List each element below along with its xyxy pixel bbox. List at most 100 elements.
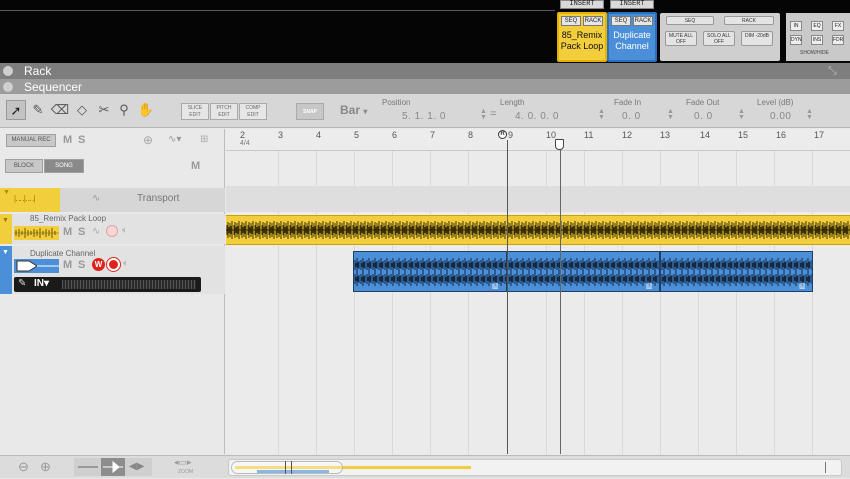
transport-track[interactable]: ▼ |‥‥|‥‥| ∿ Transport [0, 188, 225, 212]
insert-button-2[interactable]: INSERT [610, 0, 654, 9]
channel-strip-duplicate[interactable]: SEQ RACK Duplicate Channel [607, 12, 657, 62]
mute-tool-icon[interactable]: ✂ [94, 100, 114, 120]
audio-clip-1[interactable]: ▥ [353, 251, 507, 292]
show-in-button[interactable]: IN [790, 21, 802, 31]
sequencer-collapse-icon[interactable] [3, 82, 13, 92]
loop-marker-icon[interactable]: R [498, 130, 507, 139]
timeline-ruler[interactable]: 2 4/4 3 4 5 6 7 8 9 10 11 12 13 14 15 16… [226, 129, 850, 151]
position-stepper-icon[interactable]: ▲ ▼ [480, 108, 487, 121]
track-height-selector[interactable]: ◀▶ [74, 458, 152, 476]
audio-clip-85-remix[interactable] [226, 215, 850, 245]
slice-edit-button[interactable]: SLICE EDIT [181, 103, 209, 120]
clip-stretch-icon[interactable]: ▥ [492, 282, 499, 290]
wrench-icon[interactable]: ✎ [18, 278, 26, 289]
collapse-arrow-icon[interactable]: ▼ [0, 249, 9, 256]
hand-tool-icon[interactable]: ✋ [136, 100, 156, 120]
write-automation-icon[interactable]: W [92, 258, 105, 271]
master-mute-button[interactable]: M [63, 134, 72, 146]
insert-button-1[interactable]: INSERT [560, 0, 604, 9]
track-name[interactable]: Duplicate Channel [30, 249, 95, 258]
track-85-remix[interactable]: ▼ 85_Remix Pack Loop M S ∿ 🔈︎ [0, 214, 225, 244]
length-value[interactable]: 4. 0. 0. 0 [515, 111, 559, 122]
track-mute-button[interactable]: M [63, 226, 72, 238]
rack-collapse-icon[interactable] [3, 66, 13, 76]
playhead-line[interactable] [560, 150, 561, 454]
automation-icon[interactable]: ∿ [92, 193, 100, 204]
show-eq-button[interactable]: EQ [811, 21, 823, 31]
pencil-tool-icon[interactable]: ✎ [28, 100, 48, 120]
track-solo-button[interactable]: S [78, 226, 85, 238]
track-duplicate-channel[interactable]: ▼ Duplicate Channel M S W 🔈︎ ✎ IN▾ [0, 246, 225, 294]
add-track-icon[interactable]: ⊕ [143, 133, 153, 147]
input-select[interactable]: IN▾ [34, 278, 49, 289]
height-large-icon[interactable]: ◀▶ [129, 461, 144, 472]
fade-out-stepper-icon[interactable]: ▲ ▼ [738, 108, 745, 121]
fade-out-value[interactable]: 0. 0 [694, 111, 713, 122]
record-arm-icon[interactable] [107, 258, 120, 271]
speaker-icon[interactable]: 🔈︎ [122, 225, 128, 236]
comp-edit-button[interactable]: COMP EDIT [239, 103, 267, 120]
master-seq-button[interactable]: SEQ [666, 16, 714, 25]
zoom-in-icon[interactable]: ⊕ [40, 459, 51, 475]
zoom-out-icon[interactable]: ⊖ [18, 459, 29, 475]
height-medium-icon[interactable] [101, 458, 125, 476]
dim-button[interactable]: DIM -20dB [741, 31, 773, 46]
select-tool-icon[interactable]: ➚ [6, 100, 26, 120]
automation-icon[interactable]: ∿ [92, 226, 100, 237]
fade-in-stepper-icon[interactable]: ▲ ▼ [667, 108, 674, 121]
track-name[interactable]: 85_Remix Pack Loop [30, 214, 106, 223]
show-ins-button[interactable]: INS [811, 35, 823, 45]
pitch-edit-button[interactable]: PITCH EDIT [210, 103, 238, 120]
clip-stretch-icon[interactable]: ▥ [646, 282, 653, 290]
song-mute-button[interactable]: M [191, 160, 200, 172]
song-button[interactable]: SONG [44, 159, 84, 173]
automation-icon[interactable]: ∿▾ [168, 134, 181, 145]
rack-button[interactable]: RACK [583, 16, 603, 26]
zoom-arrows-icon[interactable]: ◂▭▸ [174, 457, 192, 468]
audio-clip-3[interactable]: ▥ [660, 251, 813, 292]
scroll-thumb[interactable] [231, 461, 343, 474]
seq-button[interactable]: SEQ [561, 16, 581, 26]
show-fdr-button[interactable]: FDR [832, 35, 844, 45]
audio-clip-2[interactable]: ▥ [507, 251, 660, 292]
channel-strip-85-remix[interactable]: SEQ RACK 85_Remix Pack Loop [557, 12, 607, 62]
resize-handle-icon[interactable]: ⤡ [828, 63, 837, 79]
collapse-arrow-icon[interactable]: ▼ [3, 189, 10, 196]
overview-scrollbar[interactable] [228, 459, 842, 476]
seq-button[interactable]: SEQ [611, 16, 631, 26]
position-value[interactable]: 5. 1. 1. 0 [402, 111, 446, 122]
bar-number: 13 [660, 130, 671, 140]
bar-number: 14 [700, 130, 711, 140]
collapse-arrow-icon[interactable]: ▼ [0, 217, 9, 224]
zoom-tool-icon[interactable]: ⚲ [114, 100, 134, 120]
master-solo-button[interactable]: S [78, 134, 85, 146]
rack-header[interactable]: Rack ⤡ [0, 63, 850, 79]
razor-tool-icon[interactable]: ◇ [72, 100, 92, 120]
grid-icon[interactable]: ⊞ [200, 134, 208, 145]
bar-number: 2 [240, 130, 246, 140]
track-mute-button[interactable]: M [63, 259, 72, 271]
bar-number: 8 [468, 130, 474, 140]
level-value[interactable]: 0.00 [770, 111, 791, 122]
rack-button[interactable]: RACK [633, 16, 653, 26]
height-small-icon[interactable] [78, 466, 98, 468]
level-stepper-icon[interactable]: ▲ ▼ [806, 108, 813, 121]
sequencer-header[interactable]: Sequencer [0, 79, 850, 95]
fade-in-value[interactable]: 0. 0 [622, 111, 641, 122]
solo-all-button[interactable]: SOLO ALL OFF [703, 31, 735, 46]
snap-value-select[interactable]: Bar ▾ [340, 103, 367, 117]
master-rack-button[interactable]: RACK [724, 16, 774, 25]
mute-all-button[interactable]: MUTE ALL OFF [665, 31, 697, 46]
snap-button[interactable]: SNAP [296, 103, 324, 120]
show-dyn-button[interactable]: DYN [790, 35, 802, 45]
clip-stretch-icon[interactable]: ▥ [799, 282, 806, 290]
record-arm-icon[interactable] [106, 225, 118, 237]
length-stepper-icon[interactable]: ▲ ▼ [598, 108, 605, 121]
speaker-icon[interactable]: 🔈︎ [123, 258, 129, 269]
track-solo-button[interactable]: S [78, 259, 85, 271]
block-button[interactable]: BLOCK [5, 159, 43, 173]
show-fx-button[interactable]: FX [832, 21, 844, 31]
eraser-tool-icon[interactable]: ⌫ [50, 100, 70, 120]
playhead-handle-icon[interactable] [555, 139, 564, 150]
manual-rec-button[interactable]: MANUAL REC [6, 134, 56, 147]
